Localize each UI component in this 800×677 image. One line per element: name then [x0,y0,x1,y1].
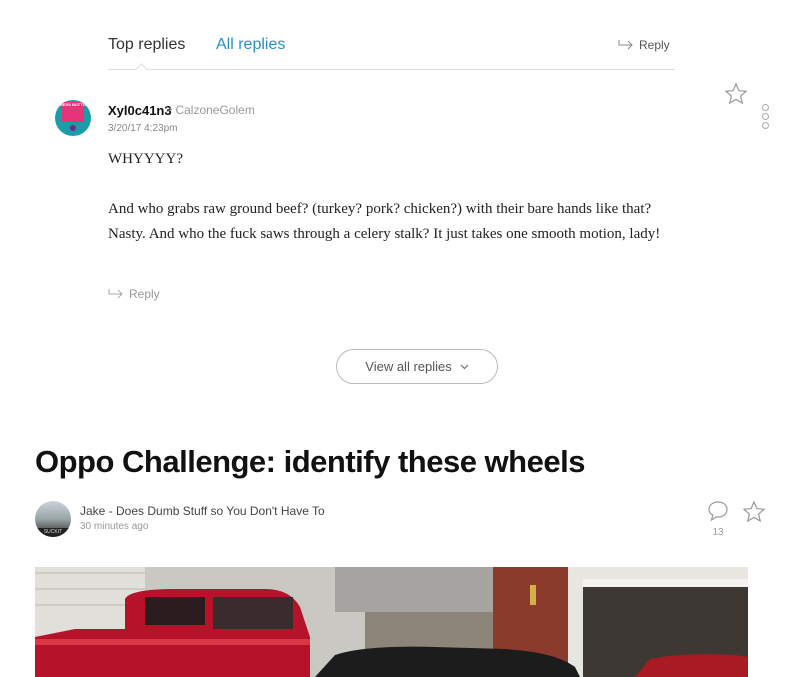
chevron-right-icon: > [166,104,173,116]
reply-to-name: CalzoneGolem [175,103,255,117]
comment-author[interactable]: Xyl0c41n3 [108,103,172,118]
article-image[interactable] [35,567,748,677]
truck-photo [35,567,748,677]
view-all-label: View all replies [365,359,452,374]
article-time[interactable]: 30 minutes ago [80,521,148,532]
comment-timestamp[interactable]: 3/20/17 4:23pm [108,123,178,134]
reply-arrow-icon [108,289,123,299]
reply-button[interactable]: Reply [618,38,670,52]
reply-arrow-icon [618,40,633,50]
article-headline[interactable]: Oppo Challenge: identify these wheels [35,444,585,480]
tab-all-replies[interactable]: All replies [216,36,285,54]
comment-reply-button[interactable]: Reply [108,287,160,301]
tab-top-replies[interactable]: Top replies [108,36,185,54]
view-all-replies-button[interactable]: View all replies [336,349,498,384]
tabs-divider [108,69,675,70]
reply-to[interactable]: > CalzoneGolem [166,103,255,117]
comment-bubble-icon[interactable] [706,499,730,523]
active-tab-caret [135,63,148,76]
comment-count: 13 [712,527,724,538]
author-avatar-text: SUCKIT [35,528,71,537]
avatar[interactable]: PRESS BUTTON [55,100,91,136]
article-author[interactable]: Jake - Does Dumb Stuff so You Don't Have… [80,504,325,518]
chevron-down-icon [460,364,469,369]
author-avatar[interactable]: SUCKIT [35,501,71,537]
comment-paragraph: WHYYYY? [108,151,183,167]
reply-label: Reply [639,38,670,52]
comment-paragraph: And who grabs raw ground beef? (turkey? … [108,201,661,242]
star-icon[interactable] [742,500,766,524]
avatar-text: PRESS BUTTON [57,102,89,107]
more-icon[interactable] [762,104,772,129]
star-icon[interactable] [724,82,748,106]
comment-reply-label: Reply [129,287,160,301]
